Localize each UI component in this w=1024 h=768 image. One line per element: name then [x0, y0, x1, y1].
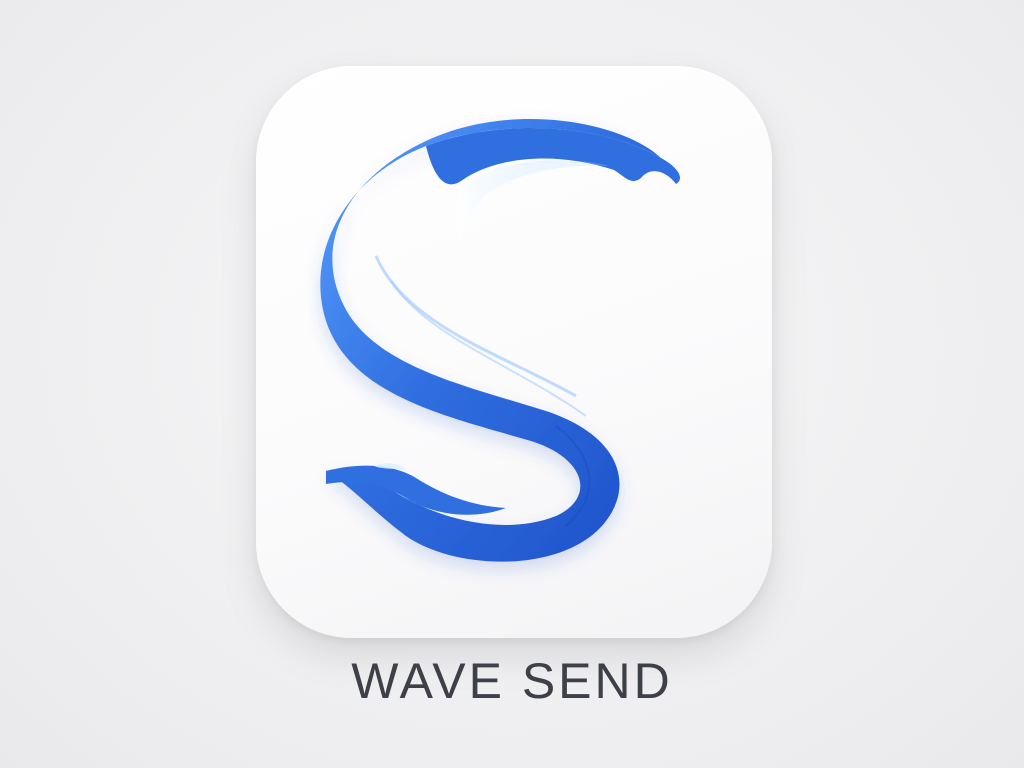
wave-s-logo-icon [320, 119, 681, 562]
stage: WAVE SEND [0, 0, 1024, 768]
wave-highlight-top [454, 160, 611, 246]
app-name-wordmark: WAVE SEND [351, 653, 673, 709]
wave-crest-top [426, 128, 681, 185]
